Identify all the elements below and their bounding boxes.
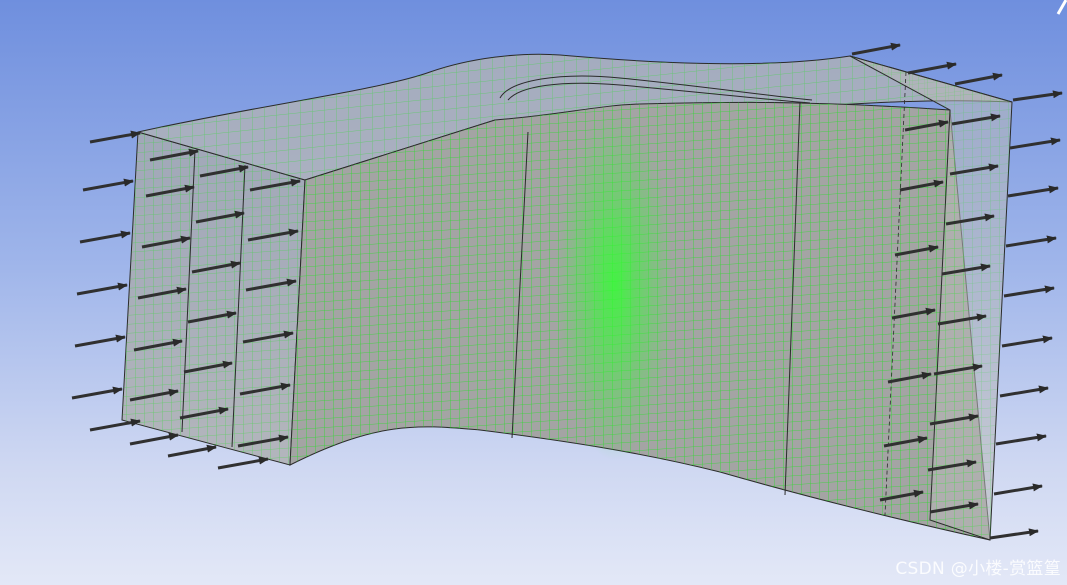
arrow-right-icon [1007, 185, 1059, 198]
arrow-right-icon [954, 72, 1003, 86]
arrow-right-icon [1001, 335, 1053, 348]
arrow-right-icon [995, 433, 1047, 446]
arrow-right-icon [993, 483, 1043, 496]
arrow-right-icon [79, 230, 131, 244]
arrow-right-icon [89, 418, 141, 432]
arrow-right-icon [1003, 285, 1055, 298]
arrow-right-icon [167, 444, 217, 458]
arrow-right-icon [1005, 235, 1057, 248]
arrow-right-icon [71, 386, 123, 400]
arrow-right-icon [999, 385, 1049, 398]
arrow-right-icon [1012, 90, 1063, 102]
watermark-text: CSDN @小楼-赏篮篁 [895, 559, 1061, 579]
graphics-viewport[interactable] [0, 0, 1067, 585]
arrow-right-icon [74, 334, 126, 348]
arrow-right-icon [851, 42, 901, 56]
arrow-right-icon [989, 528, 1039, 540]
inlet-region[interactable] [121, 131, 306, 466]
arrow-right-icon [1009, 137, 1061, 150]
arrow-right-icon [129, 432, 179, 446]
arrow-right-icon [217, 456, 269, 470]
arrow-right-icon [82, 178, 134, 192]
arrow-right-icon [76, 282, 128, 296]
blade-passage-face[interactable] [289, 101, 991, 541]
arrow-right-icon [907, 61, 957, 75]
arrow-right-icon [89, 130, 141, 144]
axis-triad-icon[interactable] [1056, 0, 1067, 15]
